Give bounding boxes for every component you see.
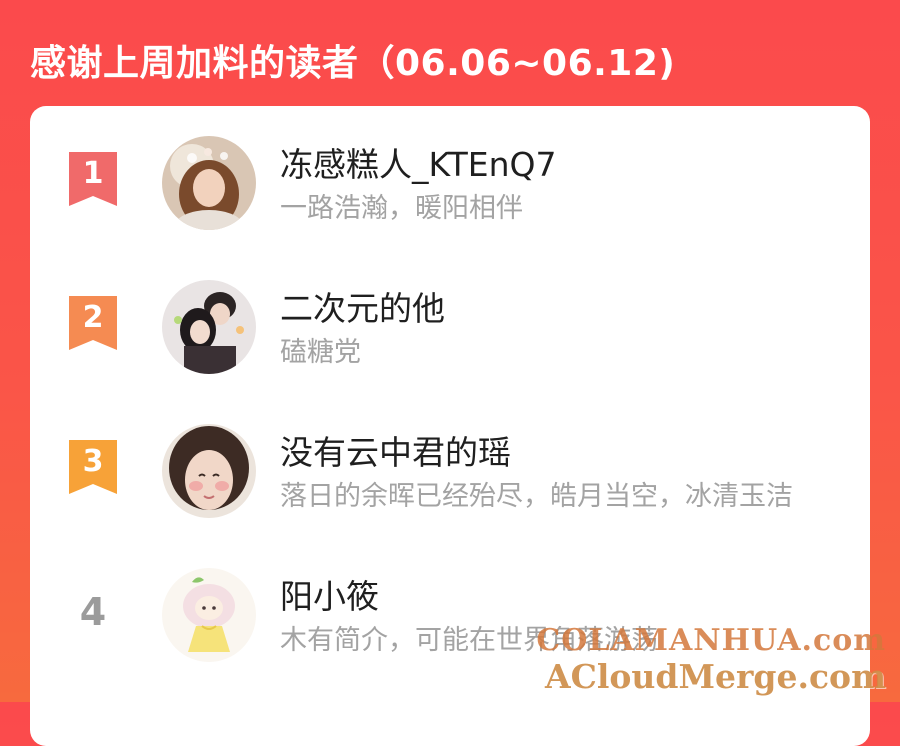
- rank-number-4: 4: [79, 590, 107, 634]
- avatar[interactable]: [162, 136, 256, 230]
- rank-badge-2: 2: [69, 296, 117, 350]
- rank-badge-3: 3: [69, 440, 117, 494]
- avatar[interactable]: [162, 280, 256, 374]
- avatar[interactable]: [162, 568, 256, 662]
- reader-ranking-card: 1 冻感糕人_KTEnQ7 一路浩瀚，暖阳相伴 2 二次元的他 磕糖党 3 没有…: [30, 106, 870, 746]
- reader-row-1[interactable]: 1 冻感糕人_KTEnQ7 一路浩瀚，暖阳相伴: [30, 136, 870, 246]
- reader-name[interactable]: 冻感糕人_KTEnQ7: [280, 138, 556, 186]
- rank-number-1: 1: [82, 156, 104, 191]
- reader-name[interactable]: 阳小筱: [280, 570, 379, 618]
- avatar[interactable]: [162, 424, 256, 518]
- reader-row-2[interactable]: 2 二次元的他 磕糖党: [30, 280, 870, 390]
- reader-bio: 落日的余晖已经殆尽，皓月当空，冰清玉洁: [280, 481, 793, 512]
- rank-badge-1: 1: [69, 152, 117, 206]
- reader-name[interactable]: 二次元的他: [280, 282, 445, 330]
- reader-bio: 木有简介，可能在世界角落游荡: [280, 625, 658, 656]
- reader-bio: 磕糖党: [280, 337, 361, 368]
- reader-row-4[interactable]: 4 阳小筱 木有简介，可能在世界角落游荡: [30, 568, 870, 678]
- reader-bio: 一路浩瀚，暖阳相伴: [280, 193, 523, 224]
- reader-row-3[interactable]: 3 没有云中君的瑶 落日的余晖已经殆尽，皓月当空，冰清玉洁: [30, 424, 870, 534]
- rank-number-3: 3: [82, 444, 104, 479]
- reader-name[interactable]: 没有云中君的瑶: [280, 426, 511, 474]
- rank-number-2: 2: [82, 300, 104, 335]
- header-title: 感谢上周加料的读者（06.06~06.12): [30, 43, 676, 84]
